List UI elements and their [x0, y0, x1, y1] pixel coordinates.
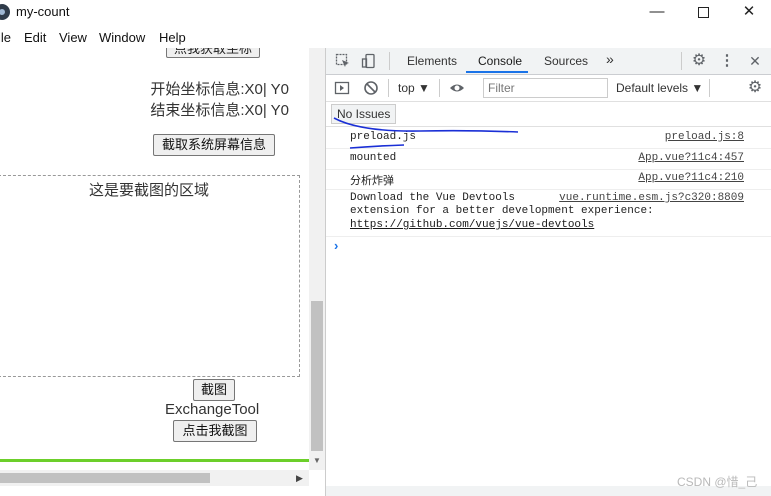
exchange-tool-label: ExchangeTool — [165, 401, 260, 418]
log-message: 分析炸弹 — [350, 176, 394, 188]
vertical-scroll-thumb[interactable] — [311, 301, 323, 451]
scroll-down-arrow-icon[interactable]: ▼ — [313, 456, 321, 465]
issues-bar: No Issues — [326, 102, 771, 127]
horizontal-scrollbar[interactable]: ▶ — [0, 470, 309, 486]
close-devtools-icon[interactable]: ✕ — [747, 53, 763, 69]
issues-button[interactable]: No Issues — [331, 104, 397, 124]
more-tabs-icon[interactable]: » — [606, 51, 614, 67]
end-coordinate-info: 结束坐标信息:X0| Y0 — [150, 102, 289, 119]
vue-devtools-link[interactable]: https://github.com/vuejs/vue-devtools — [350, 219, 594, 231]
app-content: 点我获取坐标 开始坐标信息:X0| Y0 结束坐标信息:X0| Y0 截取系统屏… — [0, 48, 325, 496]
log-source-link[interactable]: preload.js:8 — [665, 131, 744, 143]
log-source-link[interactable]: App.vue?11c4:457 — [638, 152, 744, 164]
tab-console[interactable]: Console — [478, 54, 522, 68]
device-toolbar-icon[interactable] — [361, 53, 377, 69]
console-log-row: 分析炸弹 App.vue?11c4:210 — [326, 169, 771, 190]
horizontal-scroll-thumb[interactable] — [0, 473, 210, 483]
toolbar-divider — [709, 79, 710, 97]
window-title: my-count — [16, 4, 70, 19]
screenshot-button[interactable]: 截图 — [193, 379, 235, 401]
scroll-right-arrow-icon[interactable]: ▶ — [296, 473, 303, 484]
log-message: Download the Vue Devtools — [350, 192, 516, 204]
maximize-icon — [697, 7, 709, 18]
toolbar-divider — [388, 79, 389, 97]
more-options-icon[interactable]: ⋮ — [719, 53, 735, 69]
capture-region[interactable]: 这是要截图的区域 — [0, 175, 300, 377]
close-button[interactable]: ✕ — [726, 0, 771, 26]
context-selector[interactable]: top ▼ — [398, 81, 430, 95]
filter-input[interactable] — [484, 80, 607, 96]
clear-console-icon[interactable] — [363, 80, 379, 96]
progress-bar — [0, 459, 309, 462]
log-message-continued: extension for a better development exper… — [350, 205, 654, 217]
title-bar: my-count — ✕ — [0, 0, 771, 26]
menu-view[interactable]: View — [59, 30, 87, 45]
active-tab-indicator — [466, 71, 528, 73]
settings-gear-icon[interactable]: ⚙ — [691, 53, 707, 69]
console-log-row: Download the Vue Devtools extension for … — [326, 189, 771, 237]
log-message: mounted — [350, 152, 397, 164]
sidebar-toggle-icon[interactable] — [334, 80, 350, 96]
capture-system-screen-button[interactable]: 截取系统屏幕信息 — [153, 134, 275, 156]
console-toolbar: top ▼ Default levels ▼ ⚙ — [326, 75, 771, 102]
inspect-element-icon[interactable] — [335, 53, 351, 69]
devtools-tab-bar: Elements Console Sources » ⚙ ⋮ ✕ — [326, 48, 771, 75]
log-source-link[interactable]: vue.runtime.esm.js?c320:8809 — [559, 192, 744, 204]
log-source-link[interactable]: App.vue?11c4:210 — [638, 172, 744, 184]
toolbar-divider — [389, 52, 390, 70]
start-coordinate-info: 开始坐标信息:X0| Y0 — [150, 81, 289, 98]
watermark: CSDN @惜_己 — [677, 475, 758, 489]
tab-elements[interactable]: Elements — [407, 54, 457, 68]
toolbar-divider — [439, 79, 440, 97]
maximize-button[interactable] — [680, 0, 726, 26]
devtools-panel: Elements Console Sources » ⚙ ⋮ ✕ top ▼ D… — [325, 48, 771, 496]
live-expression-eye-icon[interactable] — [449, 80, 465, 96]
vertical-scrollbar[interactable]: ▼ — [309, 48, 325, 470]
capture-region-label: 这是要截图的区域 — [88, 182, 209, 199]
menu-help[interactable]: Help — [159, 30, 186, 45]
menu-edit[interactable]: Edit — [24, 30, 46, 45]
console-settings-gear-icon[interactable]: ⚙ — [747, 80, 763, 96]
filter-field[interactable] — [483, 78, 608, 98]
toolbar-divider — [681, 52, 682, 70]
click-capture-button[interactable]: 点击我截图 — [173, 420, 257, 442]
tab-sources[interactable]: Sources — [544, 54, 588, 68]
menu-file[interactable]: ile — [0, 30, 11, 45]
app-icon — [0, 4, 10, 20]
minimize-button[interactable]: — — [634, 0, 680, 26]
get-coordinates-button[interactable]: 点我获取坐标 — [166, 48, 260, 58]
log-levels-dropdown[interactable]: Default levels ▼ — [616, 81, 703, 95]
menu-window[interactable]: Window — [99, 30, 145, 45]
console-log-row: preload.js preload.js:8 — [326, 128, 771, 149]
console-prompt-icon[interactable]: › — [334, 238, 338, 253]
console-log-row: mounted App.vue?11c4:457 — [326, 149, 771, 170]
log-message: preload.js — [350, 131, 417, 143]
